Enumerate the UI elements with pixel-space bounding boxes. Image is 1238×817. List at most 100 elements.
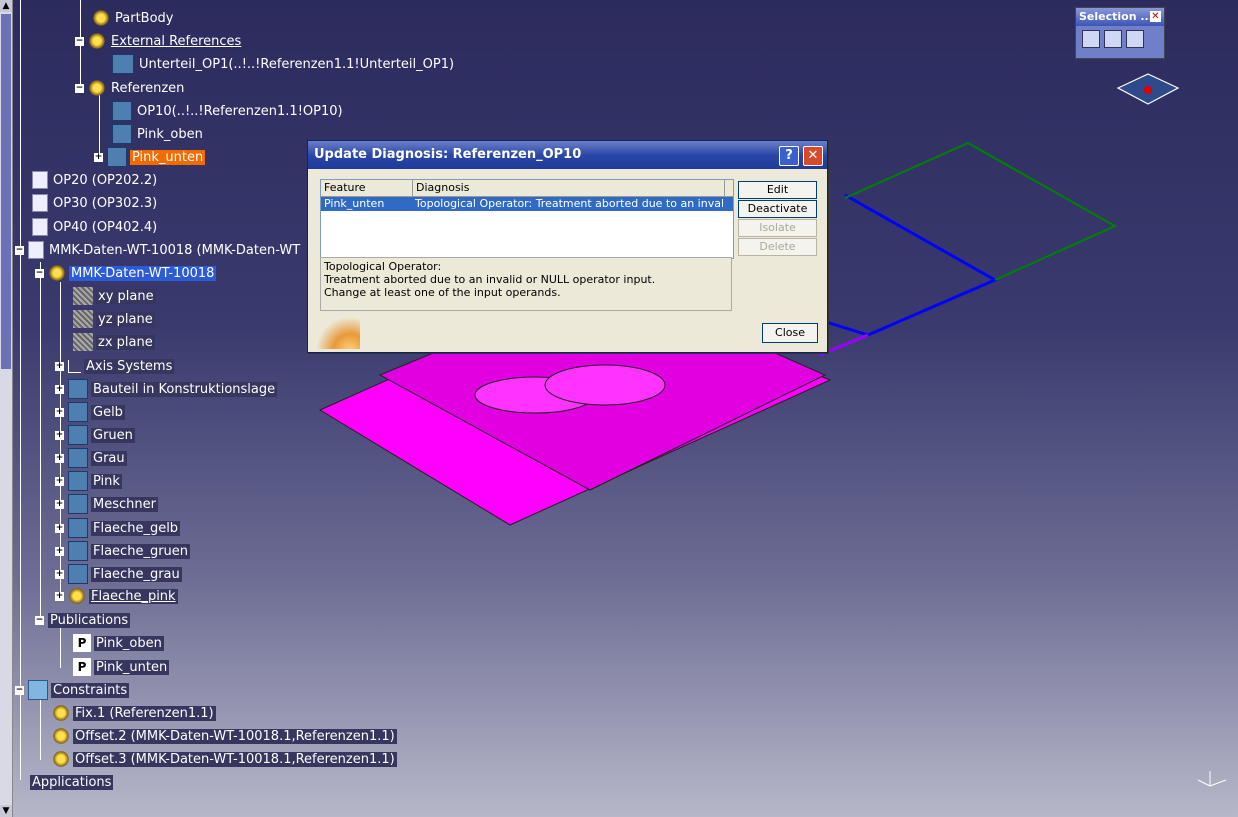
help-button[interactable]: ? bbox=[779, 146, 799, 166]
tree-item-pink-oben[interactable]: Pink_oben bbox=[112, 124, 205, 144]
warning-set-icon bbox=[88, 79, 106, 97]
tree-label: Flaeche_gruen bbox=[91, 543, 191, 559]
body-icon bbox=[68, 425, 88, 445]
table-row[interactable]: Pink_unten Topological Operator: Treatme… bbox=[321, 197, 733, 211]
tree-label: MMK-Daten-WT-10018 bbox=[69, 265, 217, 281]
collapse-minus-icon[interactable]: − bbox=[35, 615, 44, 625]
compass-icon[interactable] bbox=[1115, 70, 1181, 110]
expand-plus-icon[interactable]: + bbox=[55, 523, 64, 533]
expand-plus-icon[interactable]: + bbox=[55, 546, 64, 556]
body-icon bbox=[68, 379, 88, 399]
tree-item-fix1[interactable]: Fix.1 (Referenzen1.1) bbox=[52, 703, 216, 723]
collapse-minus-icon[interactable]: − bbox=[15, 685, 24, 695]
tree-label: Pink_oben bbox=[94, 635, 164, 651]
expand-plus-icon[interactable]: + bbox=[55, 407, 64, 417]
expand-plus-icon[interactable]: + bbox=[94, 152, 103, 162]
tree-item-partbody[interactable]: PartBody bbox=[92, 8, 175, 28]
expand-plus-icon[interactable]: + bbox=[55, 453, 64, 463]
tree-item-pub-pink-oben[interactable]: P Pink_oben bbox=[73, 633, 164, 653]
tree-item-flaeche-gelb[interactable]: + Flaeche_gelb bbox=[55, 518, 181, 538]
tree-item-constraints[interactable]: − Constraints bbox=[15, 680, 130, 700]
tree-line bbox=[60, 628, 61, 668]
edit-button[interactable]: Edit bbox=[738, 181, 817, 199]
selection-toolbar-title[interactable]: Selection ... ✕ bbox=[1076, 8, 1164, 26]
expand-plus-icon[interactable]: + bbox=[55, 384, 64, 394]
product-icon bbox=[28, 241, 44, 259]
tree-item-flaeche-gruen[interactable]: + Flaeche_gruen bbox=[55, 541, 191, 561]
product-icon bbox=[32, 171, 48, 189]
selection-toolbar[interactable]: Selection ... ✕ bbox=[1075, 7, 1165, 59]
axis-system-icon bbox=[68, 359, 81, 373]
tree-label: Pink_oben bbox=[137, 126, 203, 142]
column-header-feature[interactable]: Feature bbox=[321, 180, 413, 196]
tree-item-offset2[interactable]: Offset.2 (MMK-Daten-WT-10018.1,Referenze… bbox=[52, 726, 397, 746]
tree-line bbox=[40, 262, 41, 622]
tree-item-axis-systems[interactable]: + Axis Systems bbox=[55, 356, 175, 376]
collapse-minus-icon[interactable]: − bbox=[15, 245, 24, 255]
tree-label: Applications bbox=[30, 774, 114, 790]
select-multi-icon[interactable] bbox=[1104, 30, 1122, 48]
column-header-diagnosis[interactable]: Diagnosis bbox=[413, 180, 725, 196]
tree-item-yz-plane[interactable]: yz plane bbox=[73, 309, 155, 329]
tree-item-op10[interactable]: OP10(..!..!Referenzen1.1!OP10) bbox=[112, 101, 345, 121]
detail-line: Change at least one of the input operand… bbox=[324, 286, 561, 299]
collapse-minus-icon[interactable]: − bbox=[75, 36, 84, 46]
tree-item-pink[interactable]: + Pink bbox=[55, 471, 122, 491]
tree-item-bauteil[interactable]: + Bauteil in Konstruktionslage bbox=[55, 379, 278, 399]
surface-icon bbox=[112, 124, 132, 144]
body-icon bbox=[68, 471, 88, 491]
expand-plus-icon[interactable]: + bbox=[55, 430, 64, 440]
tree-label: Bauteil in Konstruktionslage bbox=[91, 381, 278, 397]
delete-button: Delete bbox=[738, 238, 817, 256]
expand-plus-icon[interactable]: + bbox=[55, 569, 64, 579]
external-references-icon bbox=[88, 32, 106, 50]
tree-item-applications[interactable]: Applications bbox=[30, 772, 114, 792]
collapse-minus-icon[interactable]: − bbox=[35, 268, 44, 278]
close-button[interactable]: Close bbox=[762, 323, 818, 343]
tree-item-meschner[interactable]: + Meschner bbox=[55, 494, 158, 514]
tree-item-flaeche-pink[interactable]: + Flaeche_pink bbox=[55, 586, 178, 606]
tree-item-zx-plane[interactable]: zx plane bbox=[73, 332, 155, 352]
tree-line bbox=[40, 696, 41, 760]
tree-item-publications[interactable]: − Publications bbox=[35, 610, 131, 630]
tree-label: Pink bbox=[91, 473, 122, 489]
part-gear-icon bbox=[48, 264, 66, 282]
tree-item-flaeche-grau[interactable]: + Flaeche_grau bbox=[55, 564, 182, 584]
tree-item-op20[interactable]: OP20 (OP202.2) bbox=[32, 170, 159, 190]
expand-plus-icon[interactable]: + bbox=[55, 361, 64, 371]
tree-item-gruen[interactable]: + Gruen bbox=[55, 425, 135, 445]
expand-plus-icon[interactable]: + bbox=[55, 476, 64, 486]
selection-toolbar-close-icon[interactable]: ✕ bbox=[1150, 11, 1161, 22]
expand-plus-icon[interactable]: + bbox=[55, 591, 64, 601]
tree-item-pink-unten[interactable]: + Pink_unten bbox=[94, 147, 206, 167]
tree-line bbox=[20, 0, 21, 780]
collapse-minus-icon[interactable]: − bbox=[75, 83, 84, 93]
tree-label: yz plane bbox=[96, 311, 155, 327]
deactivate-button[interactable]: Deactivate bbox=[738, 200, 817, 218]
tree-item-external-references[interactable]: − External References bbox=[75, 31, 243, 51]
close-x-icon[interactable]: ✕ bbox=[803, 146, 823, 166]
dialog-title-bar[interactable]: Update Diagnosis: Referenzen_OP10 ? ✕ bbox=[308, 141, 827, 169]
tree-item-unterteil-op1[interactable]: Unterteil_OP1(..!..!Referenzen1.1!Untert… bbox=[112, 54, 456, 74]
publication-icon: P bbox=[73, 658, 91, 676]
tree-item-mmk-part[interactable]: − MMK-Daten-WT-10018 bbox=[35, 263, 217, 283]
product-icon bbox=[32, 218, 48, 236]
tree-item-grau[interactable]: + Grau bbox=[55, 448, 127, 468]
tree-item-mmk-product[interactable]: − MMK-Daten-WT-10018 (MMK-Daten-WT bbox=[15, 240, 302, 260]
tree-item-gelb[interactable]: + Gelb bbox=[55, 402, 125, 422]
tree-item-op30[interactable]: OP30 (OP302.3) bbox=[32, 193, 159, 213]
tree-item-offset3[interactable]: Offset.3 (MMK-Daten-WT-10018.1,Referenze… bbox=[52, 749, 397, 769]
body-icon bbox=[68, 402, 88, 422]
update-diagnosis-dialog[interactable]: Update Diagnosis: Referenzen_OP10 ? ✕ Fe… bbox=[307, 140, 828, 353]
tree-item-pub-pink-unten[interactable]: P Pink_unten bbox=[73, 657, 170, 677]
select-surface-icon[interactable] bbox=[1082, 30, 1100, 48]
cell-diagnosis: Topological Operator: Treatment aborted … bbox=[415, 197, 723, 210]
body-icon bbox=[68, 448, 88, 468]
diagnosis-table[interactable]: Feature Diagnosis Pink_unten Topological… bbox=[320, 179, 734, 259]
tree-item-referenzen[interactable]: − Referenzen bbox=[75, 78, 186, 98]
select-arrow-icon[interactable] bbox=[1126, 30, 1144, 48]
tree-item-xy-plane[interactable]: xy plane bbox=[73, 286, 156, 306]
expand-plus-icon[interactable]: + bbox=[55, 499, 64, 509]
partbody-gear-icon bbox=[92, 9, 110, 27]
tree-item-op40[interactable]: OP40 (OP402.4) bbox=[32, 217, 159, 237]
